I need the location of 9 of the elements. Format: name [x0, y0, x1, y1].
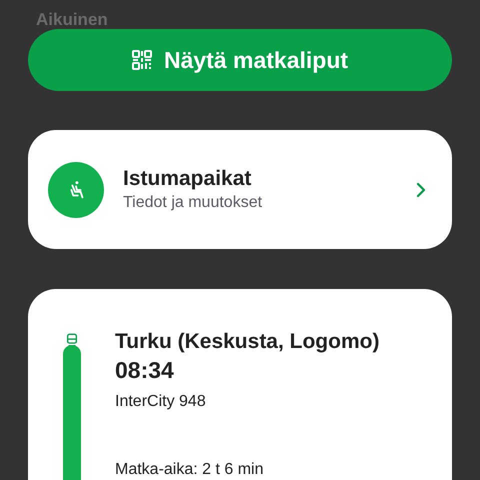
train-name: InterCity 948 [115, 392, 207, 412]
seats-card[interactable]: Istumapaikat Tiedot ja muutokset [28, 130, 452, 249]
seats-title: Istumapaikat [123, 166, 252, 192]
station-name: Turku (Keskusta, Logomo) [115, 329, 380, 355]
travel-duration: Matka-aika: 2 t 6 min [115, 460, 264, 480]
seats-subtitle: Tiedot ja muutokset [123, 192, 264, 212]
qr-code-icon [132, 50, 152, 70]
chevron-right-icon [416, 182, 426, 198]
departure-time: 08:34 [115, 356, 175, 385]
